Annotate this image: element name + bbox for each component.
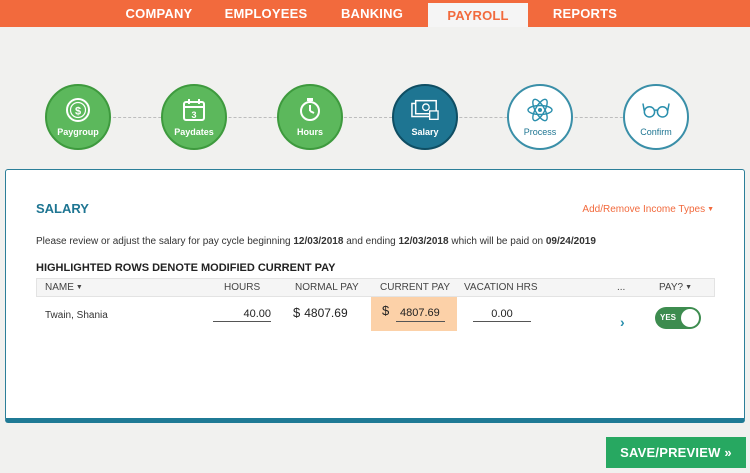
col-hours: HOURS (224, 282, 261, 293)
currency-symbol: $ (382, 303, 390, 318)
chevron-right-icon[interactable]: › (620, 314, 625, 330)
caret-down-icon: ▼ (707, 206, 714, 213)
step-paygroup[interactable]: $ Paygroup (45, 84, 111, 150)
toggle-knob (681, 309, 699, 327)
highlight-note: HIGHLIGHTED ROWS DENOTE MODIFIED CURRENT… (36, 262, 336, 274)
svg-text:$: $ (75, 106, 81, 118)
panel-title: SALARY (36, 201, 89, 216)
svg-text:3: 3 (191, 110, 196, 120)
current-pay-cell: $ (371, 297, 457, 331)
nav-banking[interactable]: BANKING (330, 0, 414, 27)
col-name-label: NAME (45, 282, 74, 293)
dollar-coin-icon: $ (64, 97, 92, 123)
col-pay-label: PAY? (659, 282, 684, 293)
pay-toggle-label: YES (660, 313, 677, 322)
col-normal-pay: NORMAL PAY (295, 282, 359, 293)
table-row: Twain, Shania $4807.69 $ › YES (36, 297, 715, 342)
calendar-icon: 3 (180, 97, 208, 123)
income-link-label: Add/Remove Income Types (582, 204, 706, 215)
nav-employees[interactable]: EMPLOYEES (220, 0, 312, 27)
employee-name: Twain, Shania (45, 310, 108, 321)
step-hours[interactable]: Hours (277, 84, 343, 150)
normal-pay-amount: 4807.69 (304, 306, 348, 320)
col-pay[interactable]: PAY? ▼ (659, 282, 692, 293)
hours-input[interactable] (213, 306, 271, 322)
vacation-hrs-input[interactable] (473, 306, 531, 322)
step-label: Hours (296, 127, 323, 137)
pay-toggle[interactable]: YES (655, 307, 701, 329)
step-process[interactable]: Process (507, 84, 573, 150)
caret-down-icon: ▼ (75, 284, 83, 291)
step-confirm[interactable]: Confirm (623, 84, 689, 150)
begin-date: 12/03/2018 (293, 236, 344, 247)
nav-reports[interactable]: REPORTS (543, 0, 627, 27)
col-current-pay: CURRENT PAY (380, 282, 451, 293)
cash-icon (411, 97, 439, 123)
glasses-icon (642, 97, 670, 123)
current-pay-input[interactable] (396, 305, 445, 322)
currency-symbol: $ (293, 305, 301, 320)
desc-paid: which will be paid on (451, 236, 544, 247)
atom-icon (526, 97, 554, 123)
step-label: Paydates (174, 127, 214, 137)
caret-down-icon: ▼ (685, 284, 693, 291)
table-header: NAME ▼ HOURS NORMAL PAY CURRENT PAY VACAT… (36, 278, 715, 297)
step-label: Salary (411, 127, 439, 137)
normal-pay-value: $4807.69 (293, 305, 348, 320)
save-preview-button[interactable]: SAVE/PREVIEW » (606, 437, 746, 468)
pay-date: 09/24/2019 (545, 236, 596, 247)
step-label: Process (523, 127, 557, 137)
top-nav: COMPANY EMPLOYEES BANKING PAYROLL REPORT… (0, 0, 750, 27)
col-name[interactable]: NAME ▼ (45, 282, 83, 293)
add-remove-income-link[interactable]: Add/Remove Income Types ▼ (582, 204, 714, 215)
nav-company[interactable]: COMPANY (112, 0, 206, 27)
col-more: ... (617, 282, 626, 293)
desc-mid: and ending (346, 236, 396, 247)
step-label: Paygroup (57, 127, 99, 137)
col-vacation-hrs: VACATION HRS (464, 282, 538, 293)
step-label: Confirm (640, 127, 672, 137)
nav-payroll[interactable]: PAYROLL (428, 3, 528, 27)
salary-panel: SALARY Add/Remove Income Types ▼ Please r… (5, 169, 745, 423)
pay-cycle-description: Please review or adjust the salary for p… (36, 236, 596, 247)
step-salary[interactable]: Salary (392, 84, 458, 150)
desc-prefix: Please review or adjust the salary for p… (36, 236, 291, 247)
stopwatch-icon (296, 97, 324, 123)
end-date: 12/03/2018 (398, 236, 449, 247)
step-paydates[interactable]: 3 Paydates (161, 84, 227, 150)
